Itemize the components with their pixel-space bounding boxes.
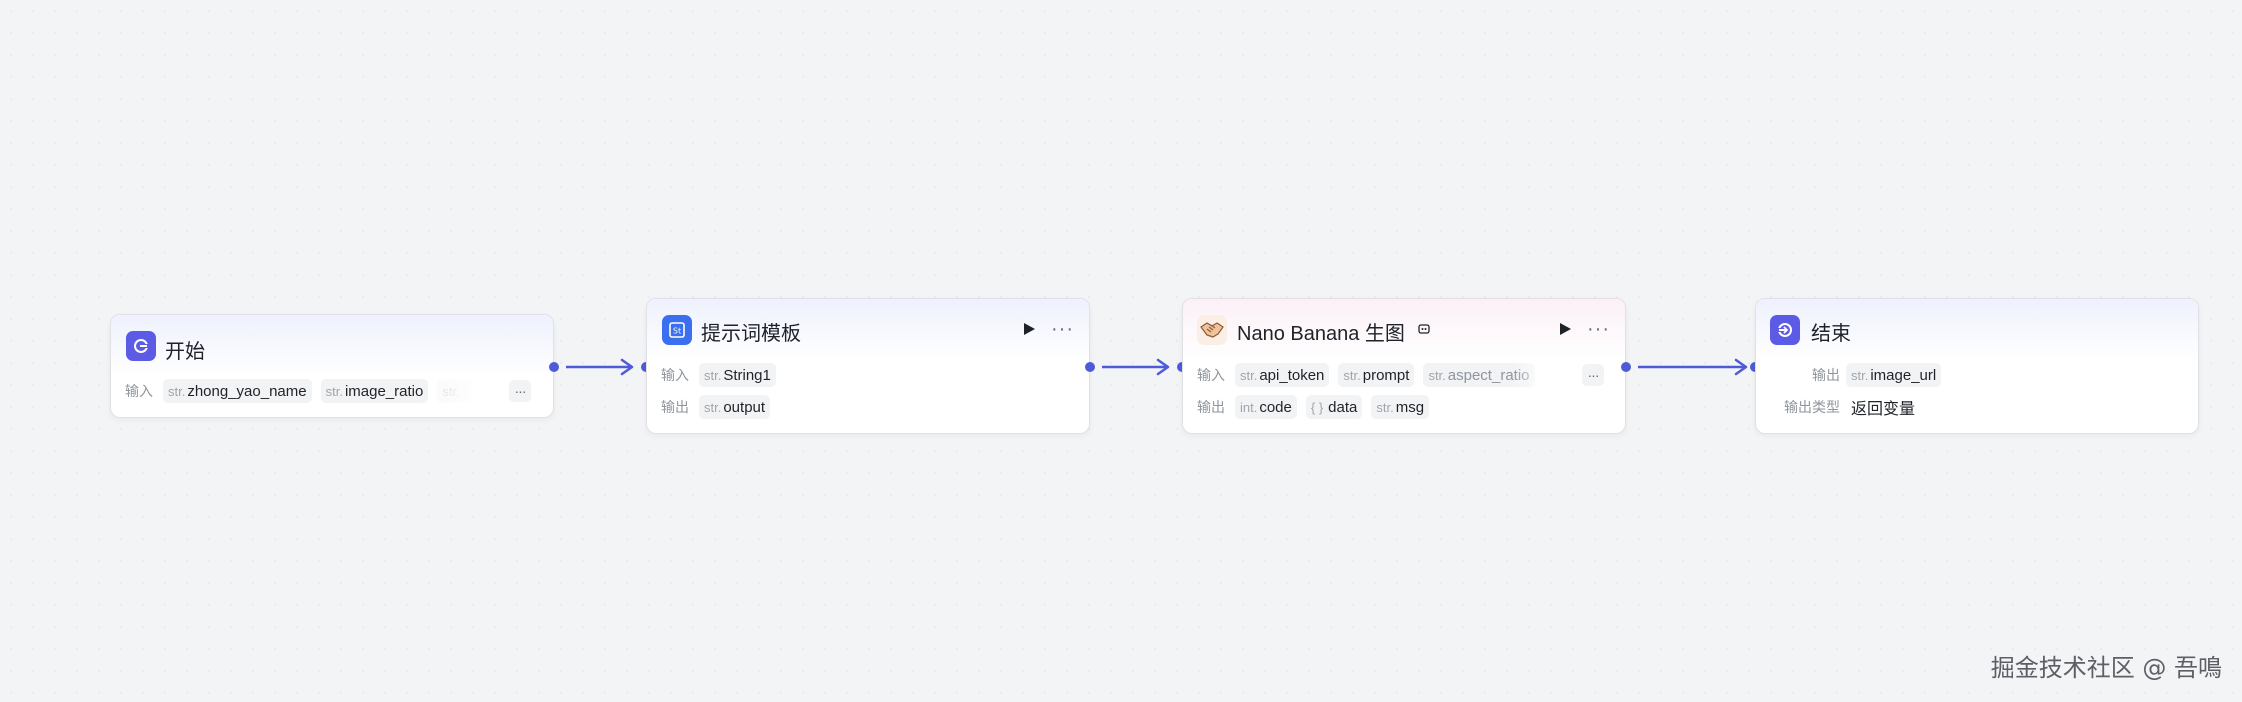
output-type-value: 返回变量 (1851, 401, 1916, 418)
more-inputs-button[interactable]: ··· (509, 380, 531, 402)
output-label: 输出 (661, 399, 689, 415)
node-title: 开始 (165, 341, 205, 363)
input-label: 输入 (1197, 367, 1225, 383)
output-type-label: 输出类型 (1784, 399, 1840, 415)
input-label: 输入 (661, 367, 689, 383)
outputs-row: 输出 int. code { } data str. msg (1197, 395, 1438, 419)
end-exit-icon (1770, 315, 1800, 345)
input-var-tag[interactable]: str. api_token (1235, 363, 1330, 387)
watermark: 掘金技术社区 @ 吾鳴 (1990, 654, 2222, 682)
inputs-row: 输入 str. api_token str. prompt str. aspect_r… (1197, 363, 1544, 387)
outputs-row: 输出 str. image_url (1770, 363, 1950, 387)
prompt-template-node[interactable]: St 提示词模板 ··· 输入 str. String1 输出 str. outpu… (646, 298, 1090, 434)
edge-nanobanana-to-end (1638, 358, 1748, 376)
input-var-tag[interactable]: str. String1 (699, 363, 776, 387)
output-label: 输出 (1812, 367, 1840, 383)
robot-badge-icon (1418, 324, 1430, 334)
start-output-port[interactable] (549, 362, 559, 372)
edge-template-to-nanobanana (1102, 358, 1170, 376)
overflow-fade (433, 378, 483, 404)
overflow-fade (1513, 362, 1553, 388)
play-icon[interactable] (1557, 321, 1573, 337)
output-var-tag[interactable]: { } data (1305, 395, 1363, 419)
output-type-row: 输出类型 返回变量 (1770, 395, 1915, 419)
more-inputs-button[interactable]: ··· (1582, 364, 1604, 386)
end-node[interactable]: 结束 输出 str. image_url 输出类型 返回变量 (1755, 298, 2199, 434)
input-var-tag[interactable]: str. image_ratio (320, 379, 429, 403)
input-var-tag[interactable]: str. prompt (1338, 363, 1415, 387)
edge-start-to-template (566, 358, 634, 376)
node-title: Nano Banana 生图 (1237, 323, 1405, 345)
start-power-icon (126, 331, 156, 361)
output-var-tag[interactable]: str. image_url (1846, 363, 1942, 387)
output-label: 输出 (1197, 399, 1225, 415)
node-title: 提示词模板 (701, 323, 801, 345)
output-var-tag[interactable]: str. msg (1371, 395, 1430, 419)
node-title: 结束 (1811, 323, 1851, 345)
node-menu-button[interactable]: ··· (1587, 319, 1610, 339)
output-var-tag[interactable]: str. output (699, 395, 771, 419)
outputs-row: 输出 str. output (661, 395, 779, 419)
svg-text:St: St (673, 327, 681, 336)
inputs-row: 输入 str.zhong_yao_name str.image_ratio st… (125, 379, 482, 403)
node-menu-button[interactable]: ··· (1051, 319, 1074, 339)
handshake-icon (1197, 315, 1227, 345)
start-node[interactable]: 开始 输入 str. zhong_yao_name str. image_ratio… (110, 314, 554, 418)
template-icon: St (662, 315, 692, 345)
template-output-port[interactable] (1085, 362, 1095, 372)
nano-banana-node[interactable]: Nano Banana 生图 ··· 输入 str. api_token str.… (1182, 298, 1626, 434)
play-icon[interactable] (1021, 321, 1037, 337)
inputs-row: 输入 str. String1 (661, 363, 785, 387)
input-var-tag[interactable]: str. zhong_yao_name (163, 379, 312, 403)
input-label: 输入 (125, 383, 153, 399)
output-var-tag[interactable]: int. code (1235, 395, 1297, 419)
nanobanana-output-port[interactable] (1621, 362, 1631, 372)
